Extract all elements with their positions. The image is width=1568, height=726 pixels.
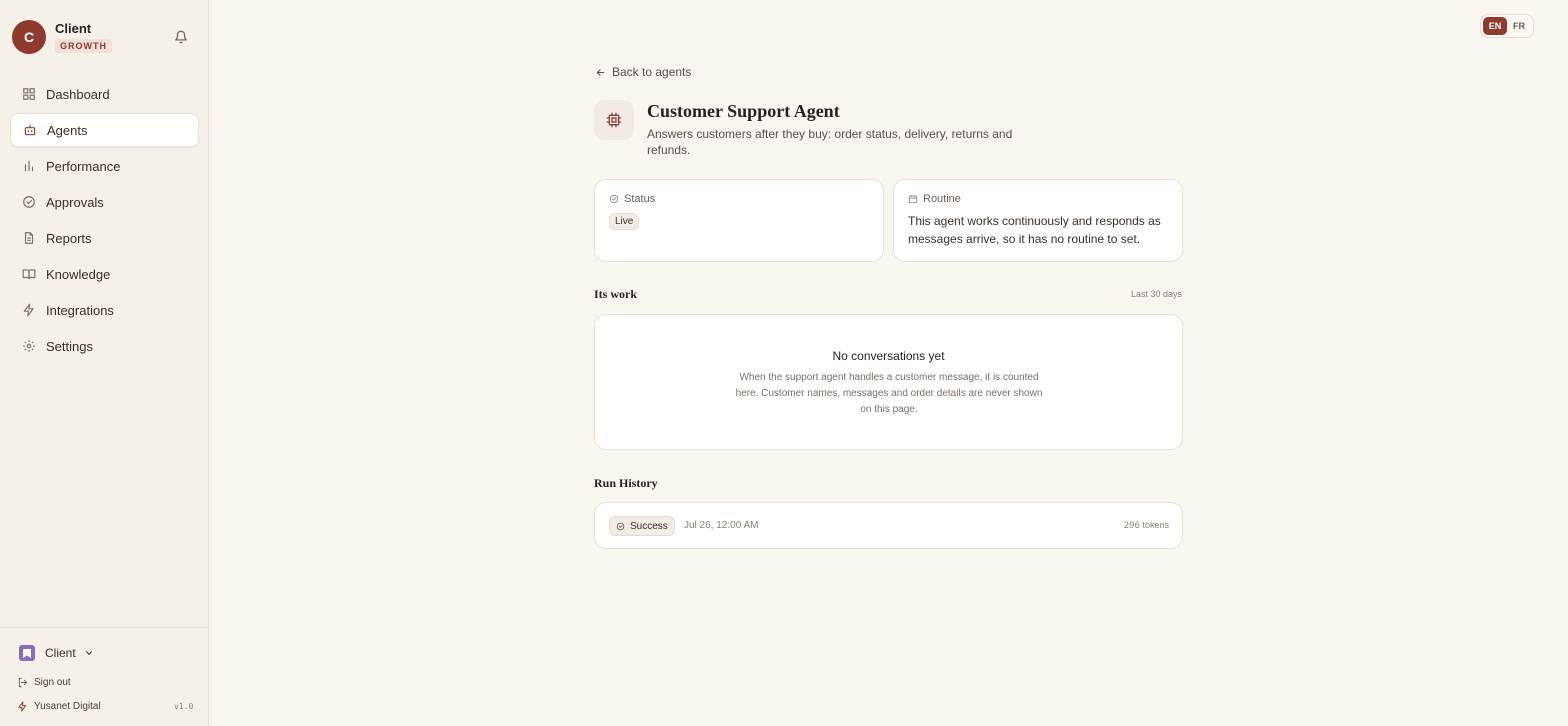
book-icon (22, 269, 36, 280)
run-token-unit: tokens (1142, 520, 1169, 530)
arrow-left-icon (596, 68, 605, 76)
chevron-down-icon (85, 651, 92, 655)
agent-icon (594, 100, 634, 140)
bolt-icon (23, 303, 34, 317)
routine-card: Routine This agent works continuously an… (893, 179, 1183, 262)
sidebar-item-knowledge[interactable]: Knowledge (10, 257, 199, 291)
status-label-text: Status (624, 193, 656, 205)
plan-badge: GROWTH (55, 39, 112, 53)
run-history-row[interactable]: Success Jul 26, 12:00 AM 296 tokens (594, 502, 1183, 549)
run-date: Jul 26, 12:00 AM (684, 520, 759, 531)
sidebar-footer: Client Sign out Yusanet Digital v1.0 (0, 627, 209, 726)
bar-chart-icon (24, 160, 34, 172)
run-status-text: Success (630, 520, 668, 532)
back-label: Back to agents (612, 65, 692, 79)
sidebar-item-label: Settings (46, 338, 93, 354)
bell-icon[interactable] (174, 30, 188, 44)
sidebar-item-label: Integrations (46, 302, 114, 318)
account-header[interactable]: C Client GROWTH (12, 20, 197, 56)
run-history-title: Run History (594, 476, 658, 490)
status-label: Status (609, 193, 655, 205)
page-title: Customer Support Agent (647, 101, 840, 121)
sidebar-item-integrations[interactable]: Integrations (10, 293, 199, 327)
brand: Yusanet Digital (17, 701, 101, 712)
status-card: Status Live (594, 179, 884, 262)
run-status-badge: Success (609, 516, 675, 536)
check-circle-icon (609, 194, 619, 204)
bolt-icon (18, 701, 27, 712)
cpu-icon (606, 112, 622, 128)
lang-fr-button[interactable]: FR (1507, 17, 1531, 35)
workspace-name: Client (45, 646, 76, 660)
calendar-icon (908, 195, 918, 204)
empty-state-text: When the support agent handles a custome… (735, 372, 1043, 415)
status-badge: Live (609, 213, 640, 230)
sidebar-item-label: Reports (46, 230, 92, 246)
sign-out-label: Sign out (34, 677, 71, 688)
dashboard-icon (23, 88, 35, 100)
language-toggle: EN FR (1480, 14, 1534, 38)
workspace-icon (19, 645, 35, 661)
run-token-count: 296 (1123, 521, 1140, 531)
sidebar-item-reports[interactable]: Reports (10, 221, 199, 255)
bot-icon (24, 124, 36, 136)
sidebar-item-label: Dashboard (46, 86, 110, 102)
routine-label: Routine (908, 193, 961, 205)
sidebar-item-label: Knowledge (46, 266, 111, 282)
sidebar-item-settings[interactable]: Settings (10, 329, 199, 363)
version-label: v1.0 (174, 702, 194, 711)
empty-state-title: No conversations yet (832, 349, 945, 363)
sidebar: C Client GROWTH Dashboard Agents Perform… (0, 0, 209, 726)
work-empty-state: No conversations yet When the support ag… (594, 314, 1183, 450)
file-icon (24, 232, 34, 244)
sign-out-link[interactable]: Sign out (17, 677, 71, 688)
sidebar-item-approvals[interactable]: Approvals (10, 185, 199, 219)
sidebar-item-agents[interactable]: Agents (10, 113, 199, 147)
work-section-title: Its work (594, 287, 638, 301)
agent-description: Answers customers after they buy: order … (647, 127, 1013, 157)
sidebar-item-performance[interactable]: Performance (10, 149, 199, 183)
sidebar-nav: Dashboard Agents Performance Approvals R… (10, 77, 199, 365)
sidebar-item-dashboard[interactable]: Dashboard (10, 77, 199, 111)
sidebar-item-label: Approvals (46, 194, 104, 210)
routine-text: This agent works continuously and respon… (908, 214, 1161, 246)
check-circle-icon (616, 522, 625, 530)
sidebar-item-label: Performance (46, 158, 121, 174)
brand-name: Yusanet Digital (34, 701, 101, 712)
lang-en-button[interactable]: EN (1483, 17, 1507, 35)
check-circle-icon (23, 196, 35, 208)
log-out-icon (18, 677, 28, 688)
sidebar-item-label: Agents (47, 122, 88, 138)
gear-icon (23, 340, 35, 352)
work-date-range: Last 30 days (1130, 289, 1182, 299)
workspace-switcher[interactable]: Client (19, 645, 94, 661)
avatar[interactable]: C (12, 20, 46, 54)
run-tokens: 296 tokens (1075, 520, 1169, 531)
back-to-agents-link[interactable]: Back to agents (595, 65, 691, 79)
account-name: Client (55, 21, 92, 36)
routine-label-text: Routine (923, 193, 961, 205)
